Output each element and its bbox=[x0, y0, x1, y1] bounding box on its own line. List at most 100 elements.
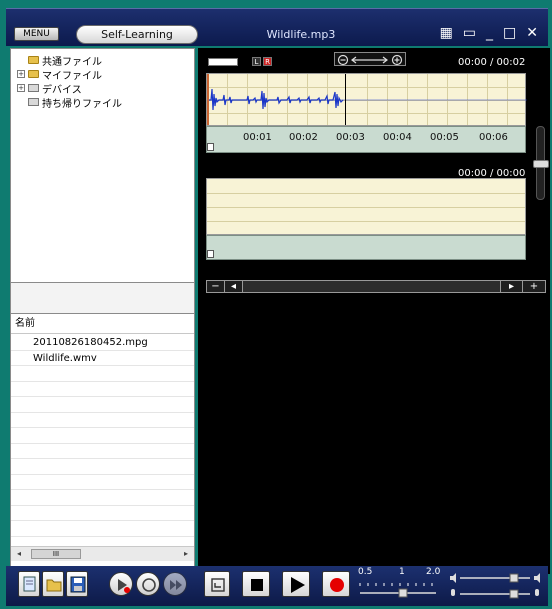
timeline-handle[interactable] bbox=[207, 143, 214, 151]
panel-splitter[interactable] bbox=[10, 283, 195, 313]
restore-icon[interactable]: ▭ bbox=[463, 26, 476, 40]
audio-waveform bbox=[207, 88, 527, 111]
expand-icon[interactable]: + bbox=[17, 84, 25, 92]
list-row-empty bbox=[11, 382, 194, 397]
playhead[interactable] bbox=[345, 74, 346, 125]
maximize-icon[interactable]: □ bbox=[503, 26, 516, 40]
waveform-bottom[interactable] bbox=[206, 178, 526, 235]
speed-label: 2.0 bbox=[426, 567, 441, 577]
window-controls: ▦ ▭ _ □ ✕ bbox=[440, 23, 538, 43]
close-icon[interactable]: ✕ bbox=[526, 26, 538, 40]
mic-low-icon bbox=[451, 589, 455, 596]
speed-label: 1 bbox=[399, 567, 405, 577]
volume-meter bbox=[208, 58, 238, 66]
timeline-tick: 00:06 bbox=[479, 132, 508, 143]
window-title: Wildlife.mp3 bbox=[266, 28, 336, 41]
waveform-area: L R 00:00 / 00:02 00:01 00:02 00:03 00:0… bbox=[198, 48, 550, 574]
channel-right-toggle[interactable]: R bbox=[263, 57, 272, 66]
vertical-zoom-slider[interactable] bbox=[533, 126, 549, 200]
zoom-out-icon[interactable] bbox=[337, 54, 349, 66]
scroll-left-icon[interactable]: ◂ bbox=[13, 548, 25, 560]
mic-slider-thumb[interactable] bbox=[509, 589, 519, 599]
list-row-empty bbox=[11, 444, 194, 459]
volume-high-icon bbox=[534, 573, 540, 583]
list-item[interactable]: Wildlife.wmv bbox=[11, 351, 194, 366]
timeline-ruler[interactable]: 00:01 00:02 00:03 00:04 00:05 00:06 bbox=[206, 126, 526, 153]
stop-button[interactable] bbox=[242, 571, 270, 597]
menu-button[interactable]: MENU bbox=[14, 27, 59, 41]
folder-tree: 共通ファイル + マイファイル + デバイス 持ち帰りファイル bbox=[10, 48, 195, 283]
stop-icon bbox=[251, 579, 263, 591]
volume-low-icon bbox=[450, 573, 456, 583]
tree-item-shared[interactable]: 共通ファイル bbox=[17, 53, 102, 68]
timeline-tick: 00:03 bbox=[336, 132, 365, 143]
list-row-empty bbox=[11, 397, 194, 413]
play-icon bbox=[291, 577, 305, 593]
scroll-right-icon[interactable]: ▸ bbox=[501, 281, 523, 292]
volume-controls bbox=[450, 573, 540, 599]
vertical-slider-thumb[interactable] bbox=[533, 160, 549, 168]
timeline-handle[interactable] bbox=[207, 250, 214, 258]
waveform-top[interactable] bbox=[206, 73, 527, 126]
zoom-plus-icon[interactable]: + bbox=[523, 281, 545, 292]
return-button[interactable] bbox=[204, 571, 230, 597]
list-header-name[interactable]: 名前 bbox=[11, 314, 194, 334]
bottom-toolbar: 0.5 1 2.0 bbox=[6, 566, 548, 606]
list-item[interactable]: 20110826180452.mpg bbox=[11, 335, 194, 351]
timeline-tick: 00:01 bbox=[243, 132, 272, 143]
tree-item-my[interactable]: + マイファイル bbox=[17, 67, 102, 82]
list-row-empty bbox=[11, 413, 194, 428]
keyboard-icon[interactable]: ▦ bbox=[440, 26, 453, 40]
record-button[interactable] bbox=[322, 571, 350, 597]
save-button[interactable] bbox=[66, 571, 88, 597]
tree-item-device[interactable]: + デバイス bbox=[17, 81, 82, 96]
timeline-ruler-bottom[interactable] bbox=[206, 235, 526, 260]
list-row-empty bbox=[11, 506, 194, 521]
device-icon bbox=[28, 84, 39, 92]
fit-width-icon[interactable] bbox=[351, 56, 388, 64]
list-row-empty bbox=[11, 366, 194, 382]
list-row-empty bbox=[11, 459, 194, 475]
open-folder-button[interactable] bbox=[42, 571, 64, 597]
list-row-empty bbox=[11, 428, 194, 444]
new-file-button[interactable] bbox=[18, 571, 40, 597]
start-marker[interactable] bbox=[207, 74, 209, 125]
scroll-thumb[interactable]: III bbox=[31, 549, 81, 559]
zoom-minus-icon[interactable]: − bbox=[207, 281, 225, 292]
list-row-empty bbox=[11, 475, 194, 490]
tree-item-takehome[interactable]: 持ち帰りファイル bbox=[17, 95, 122, 110]
scroll-right-icon[interactable]: ▸ bbox=[180, 548, 192, 560]
speed-slider-thumb[interactable] bbox=[398, 588, 408, 598]
minimize-icon[interactable]: _ bbox=[486, 26, 493, 40]
channel-left-toggle[interactable]: L bbox=[252, 57, 261, 66]
folder-icon bbox=[28, 70, 39, 78]
hscroll-track[interactable] bbox=[243, 281, 501, 292]
record-point-button[interactable] bbox=[109, 572, 133, 596]
app-frame: MENU Self-Learning Wildlife.mp3 ▦ ▭ _ □ … bbox=[0, 0, 552, 609]
record-icon bbox=[330, 578, 344, 592]
list-row-empty bbox=[11, 521, 194, 537]
speed-slider[interactable] bbox=[358, 579, 438, 599]
time-display-top: 00:00 / 00:02 bbox=[458, 57, 526, 68]
zoom-in-icon[interactable] bbox=[391, 54, 403, 66]
play-button[interactable] bbox=[282, 571, 310, 597]
folder-icon bbox=[28, 56, 39, 64]
zoom-bar bbox=[334, 52, 406, 66]
file-list: 名前 20110826180452.mpg Wildlife.wmv bbox=[10, 313, 195, 573]
loop-button[interactable] bbox=[136, 572, 160, 596]
mode-pill[interactable]: Self-Learning bbox=[76, 25, 198, 44]
expand-icon[interactable]: + bbox=[17, 70, 25, 78]
mic-high-icon bbox=[535, 589, 539, 596]
file-list-hscroll[interactable]: ◂ III ▸ bbox=[11, 546, 194, 561]
speed-label: 0.5 bbox=[358, 567, 373, 577]
volume-slider-thumb[interactable] bbox=[509, 573, 519, 583]
title-bar: MENU Self-Learning Wildlife.mp3 ▦ ▭ _ □ … bbox=[6, 8, 548, 46]
timeline-tick: 00:05 bbox=[430, 132, 459, 143]
timeline-tick: 00:02 bbox=[289, 132, 318, 143]
list-row-empty bbox=[11, 490, 194, 506]
waveform-hscroll[interactable]: − ◂ ▸ + bbox=[206, 280, 546, 293]
device-icon bbox=[28, 98, 39, 106]
scroll-left-icon[interactable]: ◂ bbox=[225, 281, 243, 292]
timeline-tick: 00:04 bbox=[383, 132, 412, 143]
fast-forward-button[interactable] bbox=[163, 572, 187, 596]
